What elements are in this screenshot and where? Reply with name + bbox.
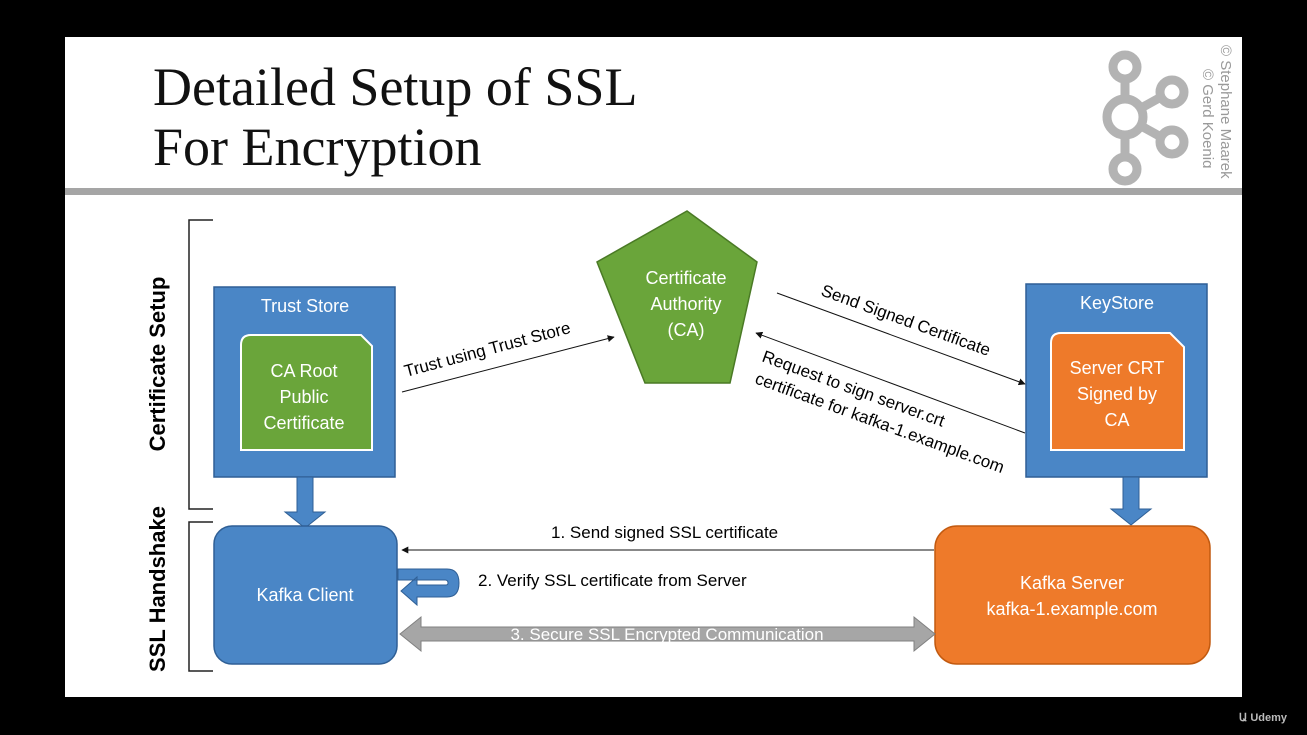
- keystore-down-arrow: [1109, 476, 1153, 526]
- section-label-certificate-setup: Certificate Setup: [145, 277, 170, 452]
- server-crt-line-2: Signed by: [1077, 384, 1157, 404]
- slide: Detailed Setup of SSL For Encryption © S…: [65, 37, 1242, 697]
- kafka-server-line-1: Kafka Server: [1020, 573, 1124, 593]
- udemy-icon: Ա: [1238, 712, 1248, 724]
- ca-root-cert-line-2: Public: [279, 387, 328, 407]
- step2-label: 2. Verify SSL certificate from Server: [478, 571, 747, 590]
- ssl-handshake-bracket: [188, 521, 213, 672]
- server-crt-line-3: CA: [1104, 410, 1129, 430]
- trust-store-box: Trust Store CA Root Public Certificate: [213, 286, 396, 478]
- section-label-ssl-handshake: SSL Handshake: [145, 506, 170, 672]
- send-signed-label: Send Signed Certificate: [819, 281, 993, 360]
- step1-label: 1. Send signed SSL certificate: [551, 523, 778, 542]
- udemy-text: Udemy: [1250, 712, 1287, 724]
- certificate-setup-bracket: [188, 219, 213, 510]
- certificate-authority: Certificate Authority (CA): [596, 210, 758, 384]
- ca-root-cert-line-3: Certificate: [263, 413, 344, 433]
- kafka-client-box: Kafka Client: [213, 525, 398, 665]
- trust-store-label: Trust Store: [261, 296, 349, 316]
- trust-store-down-arrow: [283, 476, 327, 529]
- kafka-server-box: Kafka Server kafka-1.example.com: [934, 525, 1211, 665]
- ca-line-3: (CA): [668, 320, 705, 340]
- ssl-diagram: Certificate Setup SSL Handshake Trust St…: [145, 50, 1211, 672]
- udemy-watermark: Ա Udemy: [1239, 711, 1287, 724]
- server-crt-line-1: Server CRT: [1070, 358, 1165, 378]
- step3-label: 3. Secure SSL Encrypted Communication: [510, 625, 823, 644]
- ca-line-2: Authority: [650, 294, 721, 314]
- kafka-logo: [1102, 50, 1189, 186]
- keystore-label: KeyStore: [1080, 293, 1154, 313]
- keystore-box: KeyStore Server CRT Signed by CA: [1025, 283, 1208, 478]
- kafka-server-line-2: kafka-1.example.com: [986, 599, 1157, 619]
- trust-arrow-label: Trust using Trust Store: [402, 318, 572, 381]
- ca-root-cert-line-1: CA Root: [270, 361, 337, 381]
- verify-uturn-arrow: [397, 568, 460, 607]
- ca-line-1: Certificate: [645, 268, 726, 288]
- kafka-client-label: Kafka Client: [256, 585, 353, 605]
- request-sign-line-2: certificate for kafka-1.example.com: [753, 369, 1007, 477]
